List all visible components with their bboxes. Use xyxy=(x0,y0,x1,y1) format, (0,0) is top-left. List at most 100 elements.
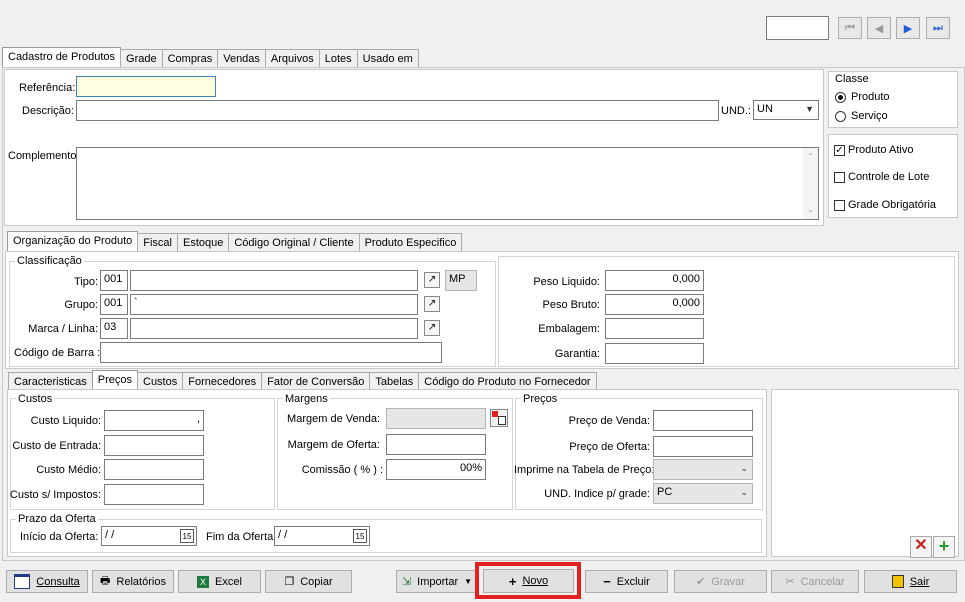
grupo-lookup-icon[interactable]: ↗ xyxy=(424,296,440,312)
import-icon: ⇲ xyxy=(401,576,412,588)
precos-title: Preços xyxy=(521,393,560,405)
custo-medio-label: Custo Médio: xyxy=(36,464,101,476)
und-select[interactable]: UN ▼ xyxy=(753,100,819,120)
grupo-code-input[interactable]: 001 xyxy=(100,294,128,315)
relatorios-button[interactable]: 🖶 Relatórios xyxy=(92,570,174,593)
copiar-button[interactable]: ❐ Copiar xyxy=(265,570,352,593)
tab-arquivos[interactable]: Arquivos xyxy=(264,49,320,69)
checkbox-produto-ativo[interactable]: ✓ xyxy=(834,145,845,156)
copy-icon: ❐ xyxy=(284,576,295,588)
preco-oferta-input[interactable] xyxy=(653,436,753,457)
inicio-oferta-input[interactable]: / / 15 xyxy=(101,526,197,546)
custo-entrada-label: Custo de Entrada: xyxy=(12,440,101,452)
und-indice-label: UND. Indice p/ grade: xyxy=(544,488,650,500)
record-position-input[interactable] xyxy=(766,16,829,40)
excel-icon: X xyxy=(197,575,210,588)
marca-label: Marca / Linha: xyxy=(28,323,98,335)
controle-lote-label: Controle de Lote xyxy=(848,171,930,183)
margens-title: Margens xyxy=(283,393,330,405)
custo-entrada-input[interactable] xyxy=(104,435,204,456)
checkbox-grade-obrigatoria[interactable] xyxy=(834,200,845,211)
calendar-icon[interactable]: 15 xyxy=(353,529,367,543)
preco-oferta-label: Preço de Oferta: xyxy=(569,441,650,453)
dropdown-arrow-icon: ▼ xyxy=(464,577,473,586)
calculator-icon[interactable] xyxy=(490,409,508,427)
excluir-button[interactable]: − Excluir xyxy=(585,570,668,593)
last-record-button[interactable]: ⏭ xyxy=(926,17,950,39)
tab-fiscal[interactable]: Fiscal xyxy=(137,233,178,253)
complemento-textarea[interactable] xyxy=(76,147,819,220)
cancelar-button[interactable]: ✂ Cancelar xyxy=(771,570,859,593)
radio-servico[interactable] xyxy=(835,111,846,122)
marca-lookup-icon[interactable]: ↗ xyxy=(424,320,440,336)
remove-image-icon[interactable]: ✕ xyxy=(910,536,932,558)
excel-label: Excel xyxy=(215,575,242,588)
referencia-input[interactable] xyxy=(76,76,216,97)
tipo-code-input[interactable]: 001 xyxy=(100,270,128,291)
checkbox-controle-lote[interactable] xyxy=(834,172,845,183)
calendar-icon[interactable]: 15 xyxy=(180,529,194,543)
next-record-button[interactable]: ▶ xyxy=(896,17,920,39)
und-indice-value: PC xyxy=(657,486,673,498)
peso-liquido-input[interactable]: 0,000 xyxy=(605,270,704,291)
margem-oferta-input[interactable] xyxy=(386,434,486,455)
prev-record-button[interactable]: ◀ xyxy=(867,17,891,39)
embalagem-input[interactable] xyxy=(605,318,704,339)
margem-venda-input xyxy=(386,408,486,429)
gravar-button[interactable]: ✔ Gravar xyxy=(674,570,767,593)
tipo-desc-input[interactable] xyxy=(130,270,418,291)
complemento-scrollbar[interactable]: ⌃ ⌄ xyxy=(803,148,818,219)
exit-door-icon xyxy=(891,575,904,588)
inicio-oferta-label: Início da Oferta: xyxy=(20,531,99,543)
und-value: UN xyxy=(757,103,773,115)
marca-desc-input[interactable] xyxy=(130,318,418,339)
printer-icon: 🖶 xyxy=(100,575,111,587)
marca-code-input[interactable]: 03 xyxy=(100,318,128,339)
prazo-title: Prazo da Oferta xyxy=(16,513,98,525)
tab-compras[interactable]: Compras xyxy=(161,49,219,69)
chevron-down-icon: ▼ xyxy=(805,104,814,114)
importar-button[interactable]: ⇲ Importar ▼ xyxy=(396,570,478,593)
grupo-label: Grupo: xyxy=(64,299,98,311)
tab-estoque[interactable]: Estoque xyxy=(176,233,230,253)
fim-oferta-input[interactable]: / / 15 xyxy=(274,526,370,546)
peso-bruto-input[interactable]: 0,000 xyxy=(605,294,704,315)
check-icon: ✔ xyxy=(696,576,706,588)
inicio-oferta-value: / / xyxy=(105,529,115,541)
chevron-down-icon: ⌄ xyxy=(740,487,748,497)
radio-produto[interactable] xyxy=(835,92,846,103)
und-indice-select[interactable]: PC ⌄ xyxy=(653,483,753,504)
tab-usado-em[interactable]: Usado em xyxy=(356,49,419,69)
sair-button[interactable]: Sair xyxy=(864,570,957,593)
descricao-input[interactable] xyxy=(76,100,719,121)
plus-icon: + xyxy=(508,573,517,589)
first-record-button[interactable]: ⏮ xyxy=(838,17,862,39)
tab-lotes[interactable]: Lotes xyxy=(318,49,358,69)
tab-grade[interactable]: Grade xyxy=(120,49,163,69)
custo-liquido-input[interactable]: , xyxy=(104,410,204,431)
custo-impostos-input[interactable] xyxy=(104,484,204,505)
tab-vendas[interactable]: Vendas xyxy=(217,49,266,69)
grupo-desc-input[interactable]: ` xyxy=(130,294,418,315)
novo-button[interactable]: + Novo xyxy=(483,569,574,593)
comissao-label: Comissão ( % ) : xyxy=(301,464,383,476)
importar-label: Importar xyxy=(417,575,459,588)
excel-button[interactable]: X Excel xyxy=(178,570,261,593)
codigo-barra-input[interactable] xyxy=(100,342,442,363)
tab-codigo-original[interactable]: Código Original / Cliente xyxy=(228,233,360,253)
custo-impostos-label: Custo s/ Impostos: xyxy=(9,489,101,501)
garantia-input[interactable] xyxy=(605,343,704,364)
radio-produto-label: Produto xyxy=(851,91,890,103)
sair-label: Sair xyxy=(909,575,930,588)
comissao-input[interactable]: 00% xyxy=(386,459,486,480)
add-image-icon[interactable]: + xyxy=(933,536,955,558)
tabela-preco-select[interactable]: ⌄ xyxy=(653,459,753,480)
preco-venda-label: Preço de Venda: xyxy=(568,415,650,427)
tipo-label: Tipo: xyxy=(73,276,98,288)
preco-venda-input[interactable] xyxy=(653,410,753,431)
tab-produto-especifico[interactable]: Produto Especifico xyxy=(358,233,463,253)
custos-title: Custos xyxy=(16,393,55,405)
consulta-button[interactable]: Consulta xyxy=(6,570,88,593)
tipo-lookup-icon[interactable]: ↗ xyxy=(424,272,440,288)
custo-medio-input[interactable] xyxy=(104,459,204,480)
